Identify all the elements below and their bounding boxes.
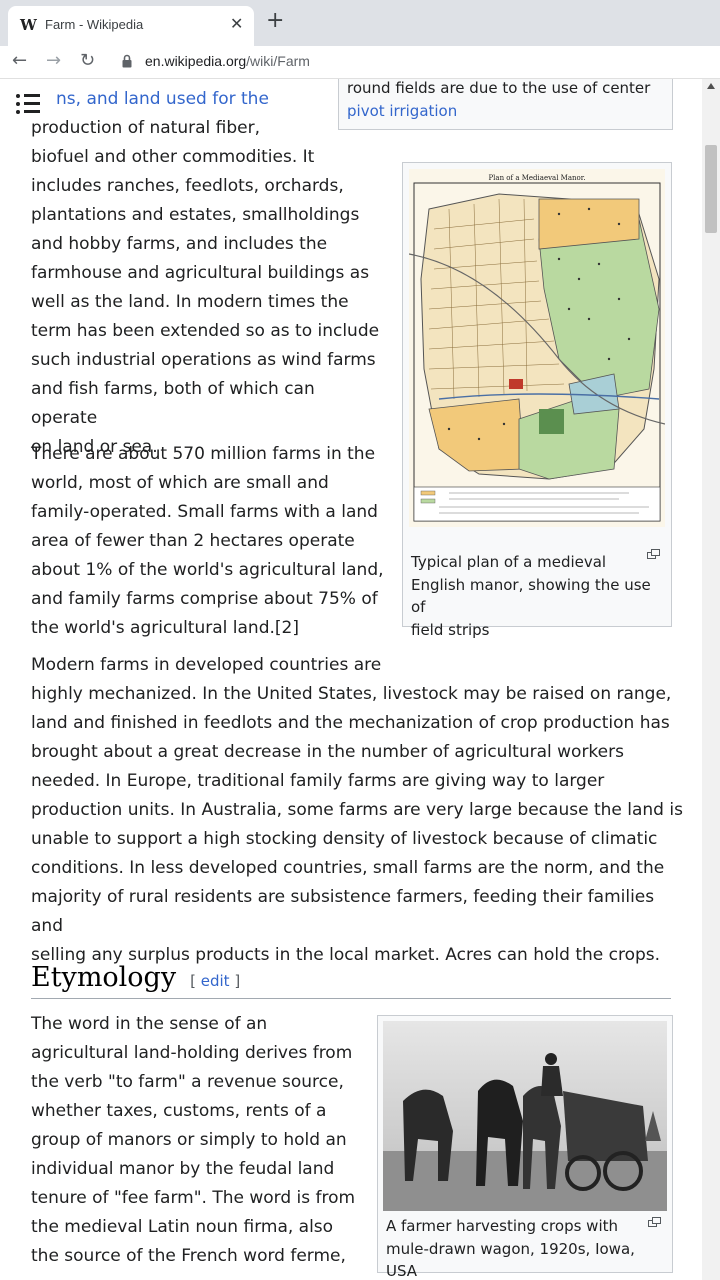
back-button[interactable]: ← — [12, 50, 27, 71]
reload-button[interactable]: ↻ — [80, 50, 95, 71]
top-figure-caption: round fields are due to the use of cente… — [347, 79, 651, 120]
tab-strip: W Farm - Wikipedia ✕ + — [0, 0, 720, 46]
etymology-heading: Etymology[ edit ] — [31, 962, 241, 993]
scroll-up-arrow-icon[interactable] — [707, 83, 715, 89]
modern-farms-paragraph: Modern farms in developed countries are … — [31, 655, 683, 965]
farmer-wagon-photo — [383, 1021, 667, 1211]
farms-count-paragraph: There are about 570 million farms in the… — [31, 444, 384, 638]
wagon-caption: A farmer harvesting crops with mule-draw… — [386, 1217, 635, 1280]
browser-toolbar: ← → ↻ en.wikipedia.org/wiki/Farm — [0, 46, 720, 79]
manor-caption: Typical plan of a medieval English manor… — [411, 553, 651, 639]
etymology-paragraph: The word in the sense of an agricultural… — [31, 1014, 356, 1266]
intro-paragraph: ns, and land used for the production of … — [31, 89, 380, 457]
new-tab-button[interactable]: + — [266, 10, 284, 32]
page-scrollbar[interactable] — [702, 79, 720, 1280]
manor-figure: Plan of a Mediaeval Manor. Typical plan … — [402, 162, 672, 639]
wagon-figure: A farmer harvesting crops with mule-draw… — [377, 1015, 673, 1280]
heading-divider — [31, 998, 671, 999]
top-figure-caption-box: round fields are due to the use of cente… — [338, 79, 673, 130]
lock-icon — [122, 54, 132, 68]
address-bar[interactable]: en.wikipedia.org/wiki/Farm — [145, 53, 310, 69]
scrollbar-thumb[interactable] — [705, 145, 717, 233]
browser-tab[interactable]: W Farm - Wikipedia ✕ — [8, 6, 254, 46]
close-tab-icon[interactable]: ✕ — [230, 14, 243, 33]
manor-plan-image: Plan of a Mediaeval Manor. — [409, 169, 665, 527]
forward-button[interactable]: → — [46, 50, 61, 71]
tab-title: Farm - Wikipedia — [45, 17, 144, 32]
wikipedia-favicon-icon: W — [20, 16, 37, 34]
article-viewport: round fields are due to the use of cente… — [0, 79, 702, 1280]
svg-text:Plan of a Mediaeval Manor.: Plan of a Mediaeval Manor. — [488, 174, 585, 182]
edit-section-link[interactable]: [ edit ] — [190, 972, 240, 990]
